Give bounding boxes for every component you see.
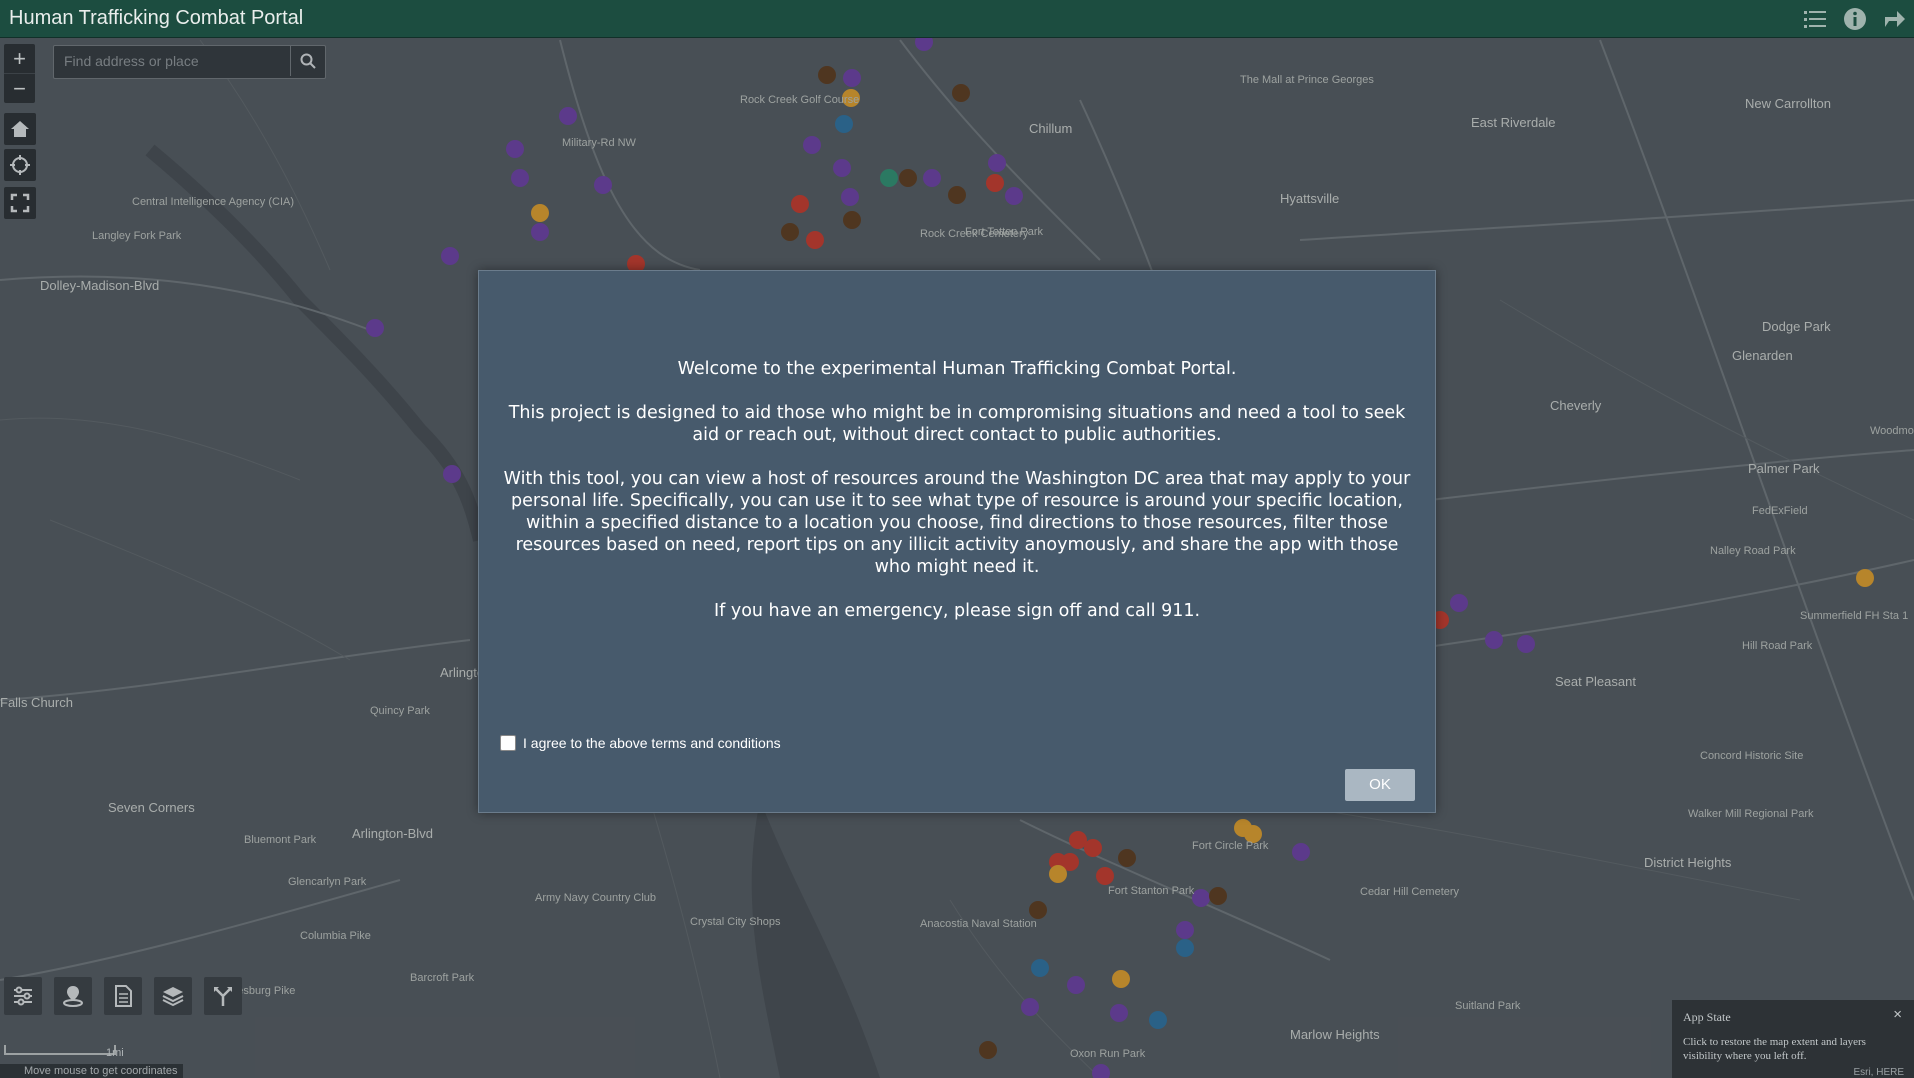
app-state-title: App State	[1683, 1010, 1731, 1024]
purpose-text: This project is designed to aid those wh…	[508, 403, 1406, 445]
app-header: Human Trafficking Combat Portal	[0, 0, 1914, 38]
list-icon[interactable]	[1802, 6, 1828, 32]
info-icon[interactable]	[1842, 6, 1868, 32]
agree-label: I agree to the above terms and condition…	[523, 735, 781, 751]
ok-button[interactable]: OK	[1345, 769, 1415, 801]
agree-checkbox[interactable]	[500, 735, 516, 751]
agree-row[interactable]: I agree to the above terms and condition…	[500, 735, 781, 751]
app-title: Human Trafficking Combat Portal	[9, 7, 304, 29]
welcome-text: Welcome to the experimental Human Traffi…	[677, 359, 1237, 379]
emergency-text: If you have an emergency, please sign of…	[713, 601, 1201, 621]
close-icon[interactable]: ×	[1893, 1006, 1902, 1023]
app-state-description: Click to restore the map extent and laye…	[1683, 1036, 1866, 1062]
map-attribution: Esri, HERE	[1853, 1067, 1904, 1078]
splash-content: Welcome to the experimental Human Traffi…	[495, 358, 1419, 644]
share-icon[interactable]	[1882, 6, 1908, 32]
features-text: With this tool, you can view a host of r…	[503, 469, 1411, 577]
splash-dialog: Welcome to the experimental Human Traffi…	[478, 270, 1436, 813]
